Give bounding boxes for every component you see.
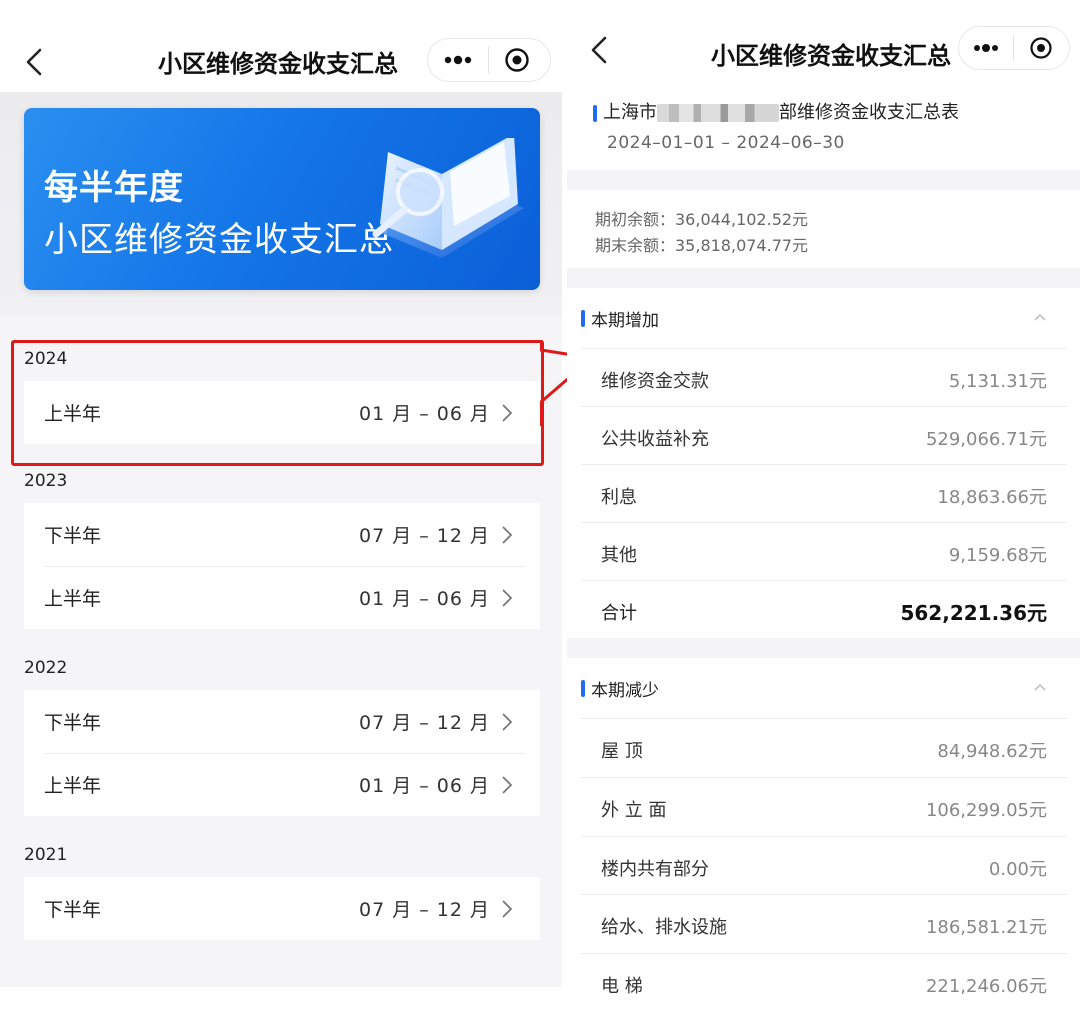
year-label: 2022 <box>24 658 68 678</box>
half-year-item[interactable]: 上半年 01 月 – 06 月 <box>24 566 540 629</box>
half-year-name: 上半年 <box>44 775 102 797</box>
report-date-range: 2024–01–01 – 2024–06–30 <box>607 133 845 153</box>
month-range: 07 月 – 12 月 <box>358 525 490 547</box>
chevron-right-icon <box>502 775 513 794</box>
section-divider <box>567 268 1080 288</box>
total-label: 合计 <box>601 603 637 624</box>
half-year-name: 下半年 <box>44 712 102 734</box>
total-value: 562,221.36元 <box>900 601 1047 625</box>
month-range: 07 月 – 12 月 <box>358 899 490 921</box>
half-year-item[interactable]: 下半年 07 月 – 12 月 <box>24 503 540 566</box>
more-dots-icon[interactable] <box>959 27 1013 69</box>
item-value: 106,299.05元 <box>925 800 1047 821</box>
item-name: 其他 <box>601 545 637 566</box>
close-miniprogram-icon[interactable] <box>489 39 545 81</box>
closing-balance: 期末余额：35,818,074.77元 <box>595 236 809 255</box>
decrease-item-row: 外 立 面 106,299.05元 <box>581 777 1067 835</box>
increase-item-row: 利息 18,863.66元 <box>581 464 1067 522</box>
capsule-menu <box>427 38 551 82</box>
decrease-section-header[interactable]: 本期减少 <box>581 658 1067 718</box>
opening-balance: 期初余额：36,044,102.52元 <box>595 210 809 229</box>
banner-title-line2: 小区维修资金收支汇总 <box>44 220 394 260</box>
increase-item-row: 维修资金交款 5,131.31元 <box>581 348 1067 406</box>
chevron-right-icon <box>502 712 513 731</box>
year-label: 2023 <box>24 471 68 491</box>
summary-banner: 每半年度 小区维修资金收支汇总 <box>24 108 540 290</box>
item-value: 529,066.71元 <box>925 429 1047 450</box>
section-accent-bar <box>581 309 585 327</box>
redacted-community-name <box>657 104 779 122</box>
back-arrow-icon[interactable] <box>581 30 621 70</box>
back-arrow-icon[interactable] <box>16 42 56 82</box>
top-bar: 小区维修资金收支汇总 <box>0 0 562 92</box>
month-range: 07 月 – 12 月 <box>358 712 490 734</box>
decrease-item-row: 楼内共有部分 0.00元 <box>581 836 1067 894</box>
open-book-magnifier-illustration <box>372 138 524 258</box>
decrease-item-row: 电 梯 221,246.06元 <box>581 953 1067 1011</box>
increase-section-header[interactable]: 本期增加 <box>581 288 1067 348</box>
chevron-up-icon <box>1034 683 1046 691</box>
half-year-name: 下半年 <box>44 525 102 547</box>
item-value: 84,948.62元 <box>937 741 1047 762</box>
increase-item-row: 公共收益补充 529,066.71元 <box>581 406 1067 464</box>
year-card: 下半年 07 月 – 12 月 上半年 01 月 – 06 月 <box>24 503 540 629</box>
report-title-suffix: 部维修资金收支汇总表 <box>779 102 959 123</box>
report-title: 上海市 部维修资金收支汇总表 <box>593 98 959 124</box>
summary-detail-screen: 小区维修资金收支汇总 上海市 部维修资金收支汇总表 2024–01–01 – 20… <box>567 0 1080 1011</box>
decrease-section-title: 本期减少 <box>591 680 659 701</box>
year-card: 下半年 07 月 – 12 月 <box>24 877 540 940</box>
selection-highlight-box <box>11 340 544 466</box>
capsule-menu <box>958 26 1070 70</box>
more-dots-icon[interactable] <box>428 39 488 81</box>
decrease-item-row: 给水、排水设施 186,581.21元 <box>581 894 1067 952</box>
year-card: 下半年 07 月 – 12 月 上半年 01 月 – 06 月 <box>24 690 540 816</box>
item-name: 外 立 面 <box>601 800 667 821</box>
section-divider <box>567 638 1080 658</box>
chevron-up-icon <box>1034 313 1046 321</box>
item-name: 屋 顶 <box>601 741 643 762</box>
half-year-list-screen: 小区维修资金收支汇总 每半年度 小区维修资金收支汇总 2024 上半年 01 月… <box>0 0 562 1011</box>
year-label: 2021 <box>24 845 68 865</box>
increase-total-row: 合计 562,221.36元 <box>581 580 1067 638</box>
item-value: 5,131.31元 <box>948 371 1047 392</box>
month-range: 01 月 – 06 月 <box>358 775 490 797</box>
chevron-right-icon <box>502 899 513 918</box>
page-title: 小区维修资金收支汇总 <box>711 42 951 70</box>
banner-title-line1: 每半年度 <box>44 168 184 208</box>
top-bar: 小区维修资金收支汇总 <box>567 0 1080 92</box>
half-year-name: 上半年 <box>44 588 102 610</box>
page-title: 小区维修资金收支汇总 <box>158 50 398 78</box>
report-title-prefix: 上海市 <box>603 102 657 123</box>
section-accent-bar <box>581 679 585 697</box>
item-value: 221,246.06元 <box>925 976 1047 997</box>
chevron-right-icon <box>502 525 513 544</box>
item-value: 186,581.21元 <box>925 917 1047 938</box>
section-accent-bar <box>593 104 597 122</box>
item-value: 9,159.68元 <box>948 545 1047 566</box>
increase-section-title: 本期增加 <box>591 310 659 331</box>
item-name: 电 梯 <box>601 976 643 997</box>
item-name: 楼内共有部分 <box>601 859 709 880</box>
decrease-item-row: 屋 顶 84,948.62元 <box>581 718 1067 776</box>
close-miniprogram-icon[interactable] <box>1014 27 1068 69</box>
month-range: 01 月 – 06 月 <box>358 588 490 610</box>
half-year-item[interactable]: 下半年 07 月 – 12 月 <box>24 877 540 940</box>
section-divider <box>567 170 1080 190</box>
half-year-item[interactable]: 下半年 07 月 – 12 月 <box>24 690 540 753</box>
half-year-item[interactable]: 上半年 01 月 – 06 月 <box>24 753 540 816</box>
half-year-name: 下半年 <box>44 899 102 921</box>
item-value: 0.00元 <box>988 859 1047 880</box>
chevron-right-icon <box>502 588 513 607</box>
item-name: 维修资金交款 <box>601 371 709 392</box>
item-name: 公共收益补充 <box>601 429 709 450</box>
item-value: 18,863.66元 <box>937 487 1047 508</box>
increase-item-row: 其他 9,159.68元 <box>581 522 1067 580</box>
item-name: 给水、排水设施 <box>601 917 727 938</box>
item-name: 利息 <box>601 487 637 508</box>
